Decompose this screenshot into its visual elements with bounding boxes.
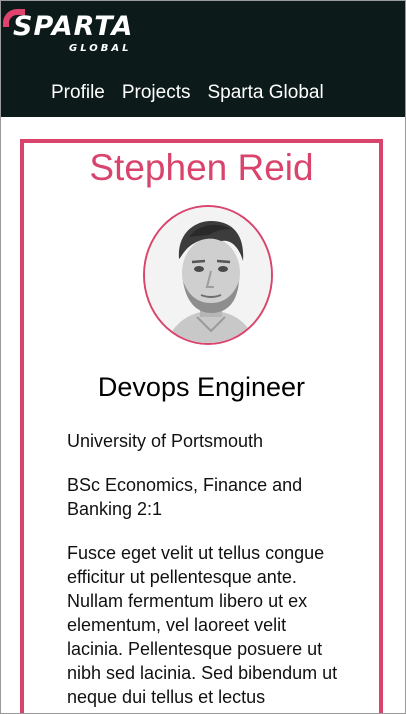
browser-viewport: SPARTA GLOBAL Profile Projects Sparta Gl… — [0, 0, 406, 714]
sparta-global-logo[interactable]: SPARTA GLOBAL — [3, 7, 133, 57]
profile-university: University of Portsmouth — [67, 431, 264, 451]
logo-subtext: GLOBAL — [69, 43, 132, 54]
profile-name: Stephen Reid — [89, 147, 314, 188]
nav-link-sparta-global[interactable]: Sparta Global — [208, 79, 324, 107]
profile-card: Stephen Reid Devops Engineer University … — [20, 139, 383, 713]
profile-description: Fusce eget velit ut tellus congue effici… — [67, 543, 338, 707]
profile-degree: BSc Economics, Finance and Banking 2:1 — [67, 475, 303, 519]
person-portrait-icon — [145, 207, 271, 343]
profile-role: Devops Engineer — [97, 372, 306, 402]
profile-avatar — [143, 205, 273, 345]
navbar: SPARTA GLOBAL Profile Projects Sparta Gl… — [1, 1, 405, 117]
logo-wordmark: SPARTA — [13, 11, 134, 42]
nav-link-profile[interactable]: Profile — [51, 79, 105, 107]
nav-link-projects[interactable]: Projects — [122, 79, 191, 107]
main-nav: Profile Projects Sparta Global — [51, 79, 324, 107]
